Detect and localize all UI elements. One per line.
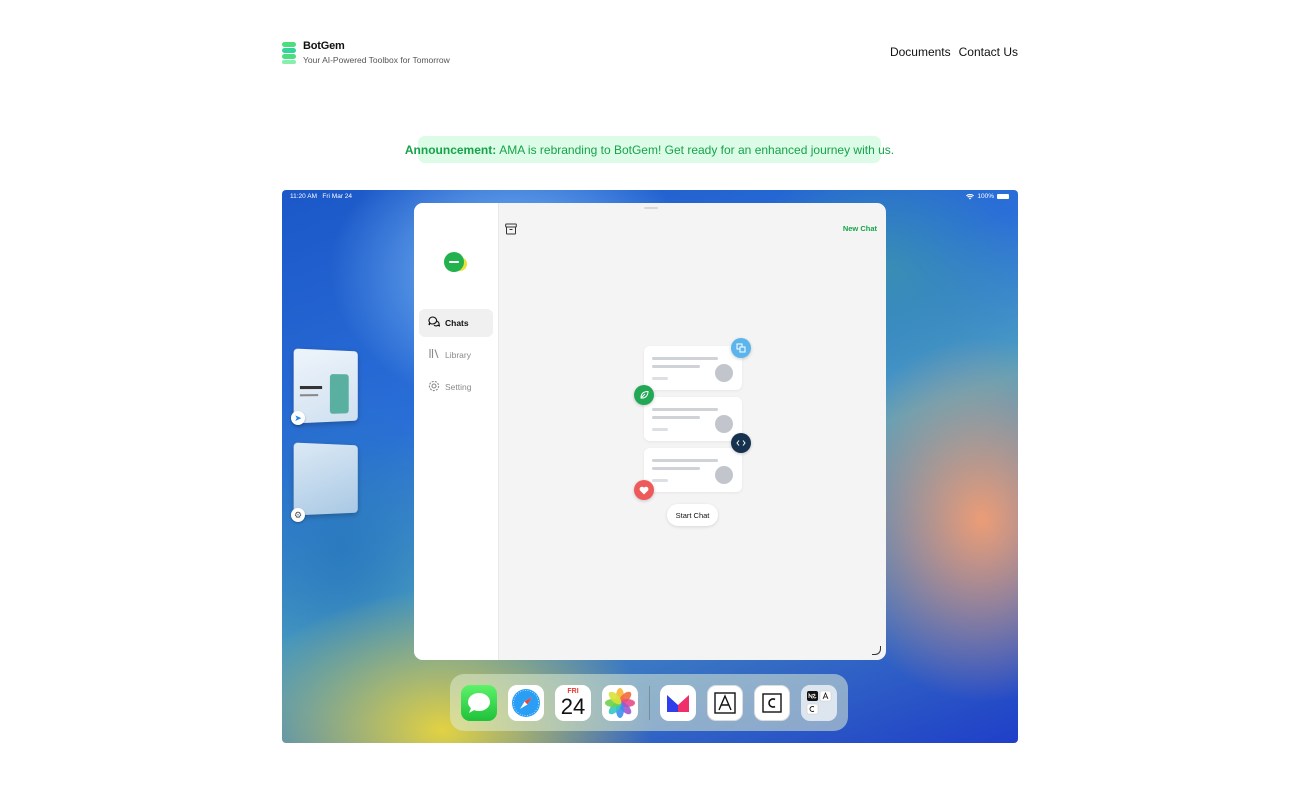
safari-icon: ➤ [291,411,305,425]
announcement-banner: Announcement: AMA is rebranding to BotGe… [405,136,894,163]
ipad-screenshot: 11:20 AM Fri Mar 24 100% ➤ ⚙ Chats Libra… [282,190,1018,743]
dock: FRI 24 [450,674,848,731]
chat-bubbles-icon [428,316,441,330]
photos-app-icon[interactable] [602,685,638,721]
placeholder-avatar [715,415,733,433]
calendar-app-icon[interactable]: FRI 24 [555,685,591,721]
settings-gear-icon: ⚙ [291,508,305,522]
placeholder-avatar [715,466,733,484]
dock-separator [649,686,650,720]
translate-icon [731,338,751,358]
botgem-app-window: Chats Library Setting New Chat Start Cha… [414,203,886,660]
nav-contact-link[interactable]: Contact Us [959,45,1018,59]
code-icon [731,433,751,453]
archive-icon[interactable] [505,223,517,235]
safari-window-preview[interactable] [293,348,358,424]
preview-text [299,386,323,390]
preview-text [299,394,319,397]
app-logo-icon [444,252,467,272]
placeholder-line [652,408,718,411]
placeholder-line [652,467,700,470]
sidebar-item-label: Setting [445,382,472,392]
app-folder-icon[interactable] [801,685,837,721]
heart-icon [634,480,654,500]
placeholder-line [652,428,668,431]
announcement-label: Announcement: [404,142,497,157]
brand-name: BotGem [303,40,345,52]
a-app-icon[interactable] [707,685,743,721]
preview-phone [329,374,349,414]
window-drag-handle[interactable] [644,207,658,209]
leaf-icon [634,385,654,405]
status-bar-left: 11:20 AM Fri Mar 24 [290,193,352,200]
placeholder-line [652,365,700,368]
botgem-logo-icon [282,42,296,64]
placeholder-line [652,479,668,482]
sidebar-item-library[interactable]: Library [419,341,493,369]
settings-window-preview[interactable] [293,442,358,516]
m-app-icon[interactable] [660,685,696,721]
brand[interactable]: BotGem Your AI-Powered Toolbox for Tomor… [281,40,450,66]
sidebar-item-label: Library [445,350,471,360]
battery-icon [997,194,1009,199]
announcement-text: AMA is rebranding to BotGem! Get ready f… [499,142,895,157]
placeholder-line [652,416,700,419]
calendar-date: 24 [560,694,586,719]
sidebar-item-setting[interactable]: Setting [419,373,493,401]
status-time: 11:20 AM [290,193,317,200]
placeholder-line [652,357,718,360]
new-chat-button[interactable]: New Chat [843,224,877,233]
battery-percent: 100% [977,193,994,200]
top-nav: Documents Contact Us [890,45,1018,59]
chat-preview-card [644,346,742,390]
wifi-icon [966,193,975,199]
messages-app-icon[interactable] [461,685,497,721]
nav-documents-link[interactable]: Documents [890,45,951,59]
safari-app-icon[interactable] [508,685,544,721]
placeholder-line [652,459,718,462]
app-sidebar: Chats Library Setting [414,203,499,660]
status-bar-right: 100% [966,193,1009,200]
chat-preview-card [644,397,742,441]
sidebar-item-label: Chats [445,318,469,328]
placeholder-avatar [715,364,733,382]
status-date: Fri Mar 24 [322,193,353,200]
start-chat-button[interactable]: Start Chat [667,504,718,526]
gear-icon [428,380,440,395]
chat-preview-card [644,448,742,492]
sidebar-item-chats[interactable]: Chats [419,309,493,337]
library-icon [428,348,440,362]
placeholder-line [652,377,668,380]
brand-tagline: Your AI-Powered Toolbox for Tomorrow [303,55,450,65]
window-resize-handle[interactable] [872,646,881,655]
c-app-icon[interactable] [754,685,790,721]
